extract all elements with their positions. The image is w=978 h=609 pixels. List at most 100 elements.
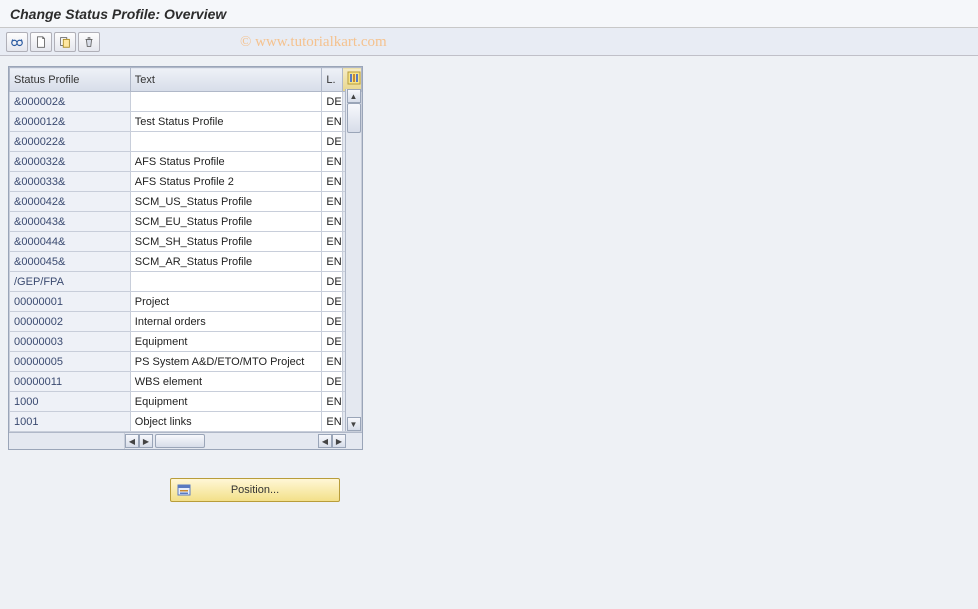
text-cell[interactable]: Internal orders <box>130 312 322 332</box>
lang-cell[interactable]: EN <box>322 252 343 272</box>
profile-cell[interactable]: 1001 <box>10 412 131 432</box>
lang-cell[interactable]: DE <box>322 272 343 292</box>
lang-cell[interactable]: EN <box>322 352 343 372</box>
text-cell[interactable]: PS System A&D/ETO/MTO Project <box>130 352 322 372</box>
table-row[interactable]: &000043&SCM_EU_Status ProfileEN <box>10 212 362 232</box>
table-row[interactable]: 1000EquipmentEN <box>10 392 362 412</box>
scroll-track[interactable] <box>347 103 361 417</box>
lang-cell[interactable]: EN <box>322 412 343 432</box>
copy-as-button[interactable] <box>54 32 76 52</box>
scroll-thumb[interactable] <box>347 103 361 133</box>
table-row[interactable]: &000042&SCM_US_Status ProfileEN <box>10 192 362 212</box>
text-cell[interactable]: Equipment <box>130 332 322 352</box>
title-bar: Change Status Profile: Overview <box>0 0 978 28</box>
profile-cell[interactable]: &000022& <box>10 132 131 152</box>
hscroll-right-step-button[interactable]: ▶ <box>139 434 153 448</box>
text-cell[interactable]: SCM_SH_Status Profile <box>130 232 322 252</box>
glasses-icon <box>10 35 24 49</box>
table-row[interactable]: &000033&AFS Status Profile 2EN <box>10 172 362 192</box>
text-cell[interactable] <box>130 92 322 112</box>
lang-cell[interactable]: EN <box>322 392 343 412</box>
table-row[interactable]: &000032&AFS Status ProfileEN <box>10 152 362 172</box>
copy-icon <box>58 35 72 49</box>
status-profile-table-container: Status Profile Text L. &000002&DE&000012… <box>8 66 363 450</box>
profile-cell[interactable]: &000044& <box>10 232 131 252</box>
table-row[interactable]: 1001Object linksEN <box>10 412 362 432</box>
lang-cell[interactable]: EN <box>322 192 343 212</box>
column-header-text[interactable]: Text <box>130 68 322 92</box>
profile-cell[interactable]: 00000005 <box>10 352 131 372</box>
hscroll-track[interactable] <box>153 433 318 449</box>
profile-cell[interactable]: &000002& <box>10 92 131 112</box>
profile-cell[interactable]: &000043& <box>10 212 131 232</box>
profile-cell[interactable]: &000032& <box>10 152 131 172</box>
vertical-scrollbar[interactable]: ▲ ▼ <box>345 89 361 431</box>
table-row[interactable]: &000044&SCM_SH_Status ProfileEN <box>10 232 362 252</box>
text-cell[interactable] <box>130 272 322 292</box>
column-config-button[interactable] <box>343 68 362 92</box>
text-cell[interactable]: SCM_AR_Status Profile <box>130 252 322 272</box>
profile-cell[interactable]: 1000 <box>10 392 131 412</box>
hscroll-left-end-button[interactable]: ◀ <box>318 434 332 448</box>
position-button-area: Position... <box>170 478 970 502</box>
lang-cell[interactable]: EN <box>322 112 343 132</box>
text-cell[interactable]: Object links <box>130 412 322 432</box>
profile-cell[interactable]: 00000002 <box>10 312 131 332</box>
lang-cell[interactable]: DE <box>322 292 343 312</box>
new-entries-button[interactable] <box>30 32 52 52</box>
profile-cell[interactable]: &000012& <box>10 112 131 132</box>
profile-cell[interactable]: 00000011 <box>10 372 131 392</box>
lang-cell[interactable]: EN <box>322 172 343 192</box>
hscroll-right-end-button[interactable]: ▶ <box>332 434 346 448</box>
column-header-lang[interactable]: L. <box>322 68 343 92</box>
page-title: Change Status Profile: Overview <box>10 6 226 22</box>
table-row[interactable]: &000045&SCM_AR_Status ProfileEN <box>10 252 362 272</box>
column-header-profile[interactable]: Status Profile <box>10 68 131 92</box>
table-row[interactable]: 00000011WBS elementDE <box>10 372 362 392</box>
table-row[interactable]: 00000001ProjectDE <box>10 292 362 312</box>
scroll-down-button[interactable]: ▼ <box>347 417 361 431</box>
profile-cell[interactable]: &000033& <box>10 172 131 192</box>
status-profile-table[interactable]: Status Profile Text L. &000002&DE&000012… <box>9 67 362 432</box>
text-cell[interactable]: SCM_US_Status Profile <box>130 192 322 212</box>
profile-cell[interactable]: &000042& <box>10 192 131 212</box>
delete-button[interactable] <box>78 32 100 52</box>
details-button[interactable] <box>6 32 28 52</box>
table-row[interactable]: 00000005PS System A&D/ETO/MTO ProjectEN <box>10 352 362 372</box>
text-cell[interactable]: Test Status Profile <box>130 112 322 132</box>
horizontal-scrollbar[interactable]: ◀ ▶ ◀ ▶ <box>9 432 362 449</box>
hscroll-fixed-spacer <box>9 433 125 449</box>
page-icon <box>34 35 48 49</box>
lang-cell[interactable]: DE <box>322 312 343 332</box>
table-header-row: Status Profile Text L. <box>10 68 362 92</box>
scroll-up-button[interactable]: ▲ <box>347 89 361 103</box>
table-row[interactable]: /GEP/FPA DE <box>10 272 362 292</box>
table-row[interactable]: &000012&Test Status ProfileEN <box>10 112 362 132</box>
text-cell[interactable] <box>130 132 322 152</box>
lang-cell[interactable]: EN <box>322 152 343 172</box>
profile-cell[interactable]: 00000003 <box>10 332 131 352</box>
profile-cell[interactable]: &000045& <box>10 252 131 272</box>
table-row[interactable]: &000002&DE <box>10 92 362 112</box>
lang-cell[interactable]: DE <box>322 332 343 352</box>
table-row[interactable]: 00000003EquipmentDE <box>10 332 362 352</box>
text-cell[interactable]: SCM_EU_Status Profile <box>130 212 322 232</box>
hscroll-thumb[interactable] <box>155 434 205 448</box>
profile-cell[interactable]: 00000001 <box>10 292 131 312</box>
position-button[interactable]: Position... <box>170 478 340 502</box>
text-cell[interactable]: WBS element <box>130 372 322 392</box>
text-cell[interactable]: AFS Status Profile <box>130 152 322 172</box>
application-toolbar <box>0 28 978 56</box>
table-row[interactable]: &000022&DE <box>10 132 362 152</box>
lang-cell[interactable]: DE <box>322 372 343 392</box>
lang-cell[interactable]: DE <box>322 132 343 152</box>
text-cell[interactable]: AFS Status Profile 2 <box>130 172 322 192</box>
lang-cell[interactable]: DE <box>322 92 343 112</box>
text-cell[interactable]: Project <box>130 292 322 312</box>
lang-cell[interactable]: EN <box>322 232 343 252</box>
hscroll-left-button[interactable]: ◀ <box>125 434 139 448</box>
profile-cell[interactable]: /GEP/FPA <box>10 272 131 292</box>
text-cell[interactable]: Equipment <box>130 392 322 412</box>
table-row[interactable]: 00000002Internal ordersDE <box>10 312 362 332</box>
lang-cell[interactable]: EN <box>322 212 343 232</box>
